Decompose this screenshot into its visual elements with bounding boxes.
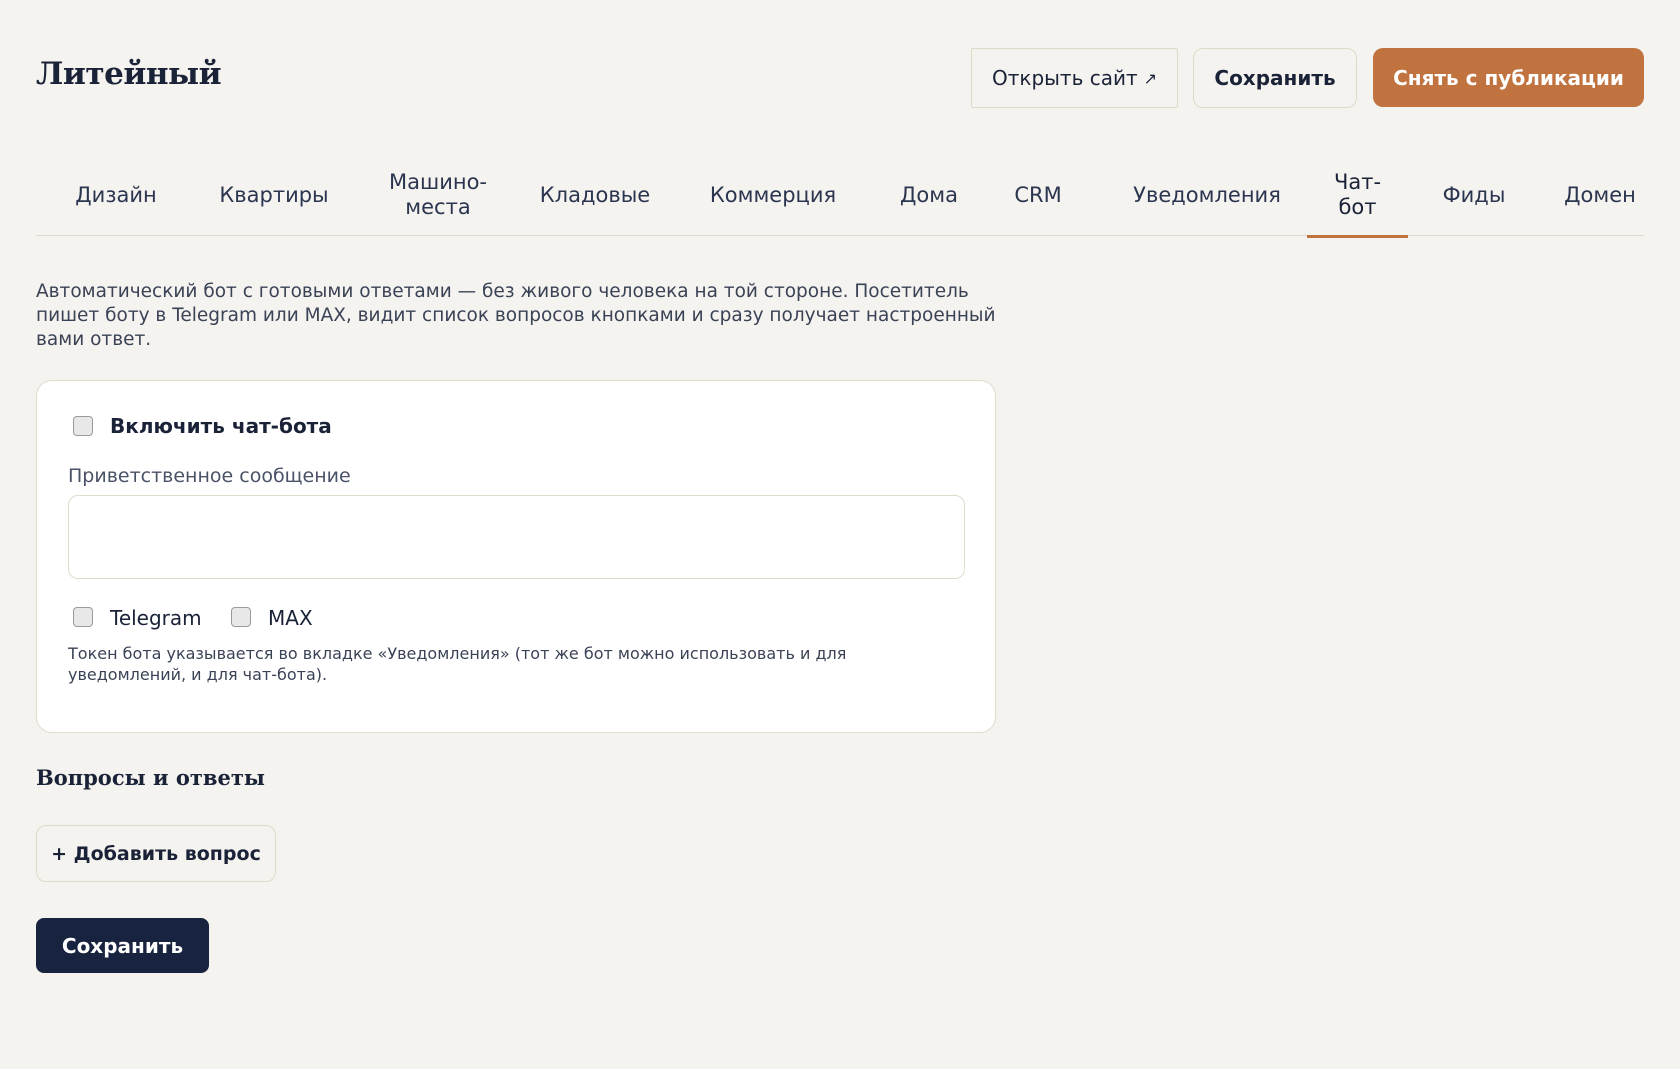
max-label: MAX — [268, 606, 313, 630]
tab-design[interactable]: Дизайн — [60, 154, 172, 236]
telegram-checkbox[interactable] — [73, 607, 93, 627]
tab-storage[interactable]: Кладовые — [528, 154, 662, 236]
tab-chatbot[interactable]: Чат- бот — [1307, 154, 1408, 238]
tab-bar: Дизайн Квартиры Машино- места Кладовые К… — [36, 154, 1644, 238]
welcome-message-input[interactable] — [68, 495, 965, 579]
open-site-button[interactable]: Открыть сайт ↗ — [971, 48, 1178, 108]
add-question-button[interactable]: + Добавить вопрос — [36, 825, 276, 882]
max-checkbox[interactable] — [231, 607, 251, 627]
open-site-label: Открыть сайт — [991, 66, 1138, 90]
tab-houses[interactable]: Дома — [888, 154, 970, 236]
save-button-top[interactable]: Сохранить — [1193, 48, 1357, 108]
chatbot-description: Автоматический бот с готовыми ответами —… — [36, 281, 996, 350]
tab-parking[interactable]: Машино- места — [372, 154, 504, 236]
external-link-icon: ↗ — [1143, 68, 1158, 88]
tab-apartments[interactable]: Квартиры — [200, 154, 348, 236]
tab-domain[interactable]: Домен — [1556, 154, 1644, 236]
tab-crm[interactable]: CRM — [1004, 154, 1072, 236]
welcome-message-label: Приветственное сообщение — [68, 465, 351, 487]
qa-section-title: Вопросы и ответы — [36, 765, 265, 790]
tab-feeds[interactable]: Фиды — [1434, 154, 1514, 236]
enable-chatbot-checkbox[interactable] — [73, 416, 93, 436]
save-button[interactable]: Сохранить — [36, 918, 209, 973]
page: Литейный Открыть сайт ↗ Сохранить Снять … — [0, 0, 1680, 1069]
unpublish-button[interactable]: Снять с публикации — [1373, 48, 1644, 107]
bot-token-hint: Токен бота указывается во вкладке «Уведо… — [68, 644, 847, 684]
telegram-label: Telegram — [110, 606, 202, 630]
chatbot-settings-card: Включить чат-бота Приветственное сообщен… — [36, 380, 996, 733]
page-title: Литейный — [36, 56, 222, 92]
tab-commerce[interactable]: Коммерция — [694, 154, 852, 236]
enable-chatbot-label: Включить чат-бота — [110, 414, 332, 438]
tab-notifications[interactable]: Уведомления — [1116, 154, 1298, 236]
